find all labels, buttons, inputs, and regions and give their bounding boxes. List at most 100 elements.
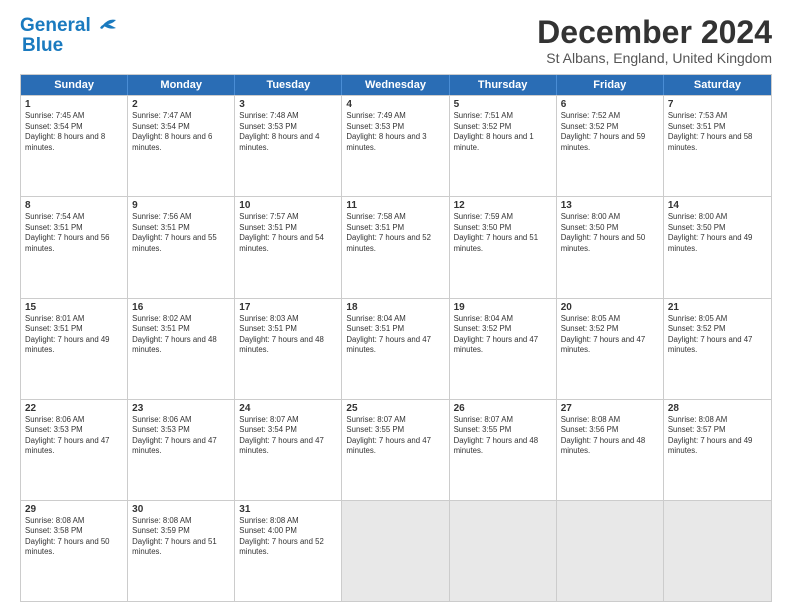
day-number: 1 (25, 99, 123, 110)
day-info: Sunrise: 8:06 AMSunset: 3:53 PMDaylight:… (25, 415, 123, 457)
day-number: 7 (668, 99, 767, 110)
title-block: December 2024 St Albans, England, United… (537, 15, 772, 66)
day-info: Sunrise: 8:05 AMSunset: 3:52 PMDaylight:… (668, 314, 767, 356)
header-day-sunday: Sunday (21, 75, 128, 95)
day-number: 21 (668, 302, 767, 313)
day-cell-14: 14Sunrise: 8:00 AMSunset: 3:50 PMDayligh… (664, 197, 771, 297)
day-info: Sunrise: 7:57 AMSunset: 3:51 PMDaylight:… (239, 212, 337, 254)
day-info: Sunrise: 7:48 AMSunset: 3:53 PMDaylight:… (239, 111, 337, 153)
calendar-week-4: 22Sunrise: 8:06 AMSunset: 3:53 PMDayligh… (21, 399, 771, 500)
day-info: Sunrise: 8:08 AMSunset: 4:00 PMDaylight:… (239, 516, 337, 558)
day-info: Sunrise: 8:01 AMSunset: 3:51 PMDaylight:… (25, 314, 123, 356)
calendar-body: 1Sunrise: 7:45 AMSunset: 3:54 PMDaylight… (21, 95, 771, 601)
day-cell-9: 9Sunrise: 7:56 AMSunset: 3:51 PMDaylight… (128, 197, 235, 297)
day-number: 22 (25, 403, 123, 414)
day-cell-28: 28Sunrise: 8:08 AMSunset: 3:57 PMDayligh… (664, 400, 771, 500)
day-number: 25 (346, 403, 444, 414)
day-cell-18: 18Sunrise: 8:04 AMSunset: 3:51 PMDayligh… (342, 299, 449, 399)
day-info: Sunrise: 8:06 AMSunset: 3:53 PMDaylight:… (132, 415, 230, 457)
calendar-page: General Blue December 2024 St Albans, En… (0, 0, 792, 612)
day-cell-20: 20Sunrise: 8:05 AMSunset: 3:52 PMDayligh… (557, 299, 664, 399)
day-info: Sunrise: 8:04 AMSunset: 3:52 PMDaylight:… (454, 314, 552, 356)
day-cell-27: 27Sunrise: 8:08 AMSunset: 3:56 PMDayligh… (557, 400, 664, 500)
day-info: Sunrise: 8:00 AMSunset: 3:50 PMDaylight:… (668, 212, 767, 254)
day-info: Sunrise: 8:05 AMSunset: 3:52 PMDaylight:… (561, 314, 659, 356)
day-info: Sunrise: 8:07 AMSunset: 3:55 PMDaylight:… (346, 415, 444, 457)
day-number: 4 (346, 99, 444, 110)
logo: General Blue (20, 15, 122, 54)
day-info: Sunrise: 8:07 AMSunset: 3:54 PMDaylight:… (239, 415, 337, 457)
header-day-tuesday: Tuesday (235, 75, 342, 95)
day-info: Sunrise: 7:54 AMSunset: 3:51 PMDaylight:… (25, 212, 123, 254)
calendar-week-3: 15Sunrise: 8:01 AMSunset: 3:51 PMDayligh… (21, 298, 771, 399)
empty-cell (557, 501, 664, 601)
main-title: December 2024 (537, 15, 772, 50)
day-number: 17 (239, 302, 337, 313)
day-number: 8 (25, 200, 123, 211)
calendar-header: SundayMondayTuesdayWednesdayThursdayFrid… (21, 75, 771, 95)
day-cell-13: 13Sunrise: 8:00 AMSunset: 3:50 PMDayligh… (557, 197, 664, 297)
calendar-week-1: 1Sunrise: 7:45 AMSunset: 3:54 PMDaylight… (21, 95, 771, 196)
header-day-saturday: Saturday (664, 75, 771, 95)
day-cell-31: 31Sunrise: 8:08 AMSunset: 4:00 PMDayligh… (235, 501, 342, 601)
subtitle: St Albans, England, United Kingdom (537, 50, 772, 66)
day-cell-24: 24Sunrise: 8:07 AMSunset: 3:54 PMDayligh… (235, 400, 342, 500)
header-day-monday: Monday (128, 75, 235, 95)
header-day-friday: Friday (557, 75, 664, 95)
day-number: 5 (454, 99, 552, 110)
day-cell-19: 19Sunrise: 8:04 AMSunset: 3:52 PMDayligh… (450, 299, 557, 399)
day-cell-17: 17Sunrise: 8:03 AMSunset: 3:51 PMDayligh… (235, 299, 342, 399)
header-day-wednesday: Wednesday (342, 75, 449, 95)
day-info: Sunrise: 7:59 AMSunset: 3:50 PMDaylight:… (454, 212, 552, 254)
day-number: 19 (454, 302, 552, 313)
day-info: Sunrise: 8:03 AMSunset: 3:51 PMDaylight:… (239, 314, 337, 356)
day-number: 18 (346, 302, 444, 313)
day-cell-2: 2Sunrise: 7:47 AMSunset: 3:54 PMDaylight… (128, 96, 235, 196)
day-cell-4: 4Sunrise: 7:49 AMSunset: 3:53 PMDaylight… (342, 96, 449, 196)
day-info: Sunrise: 7:56 AMSunset: 3:51 PMDaylight:… (132, 212, 230, 254)
empty-cell (664, 501, 771, 601)
day-info: Sunrise: 7:45 AMSunset: 3:54 PMDaylight:… (25, 111, 123, 153)
day-cell-25: 25Sunrise: 8:07 AMSunset: 3:55 PMDayligh… (342, 400, 449, 500)
day-number: 29 (25, 504, 123, 515)
day-number: 20 (561, 302, 659, 313)
day-cell-3: 3Sunrise: 7:48 AMSunset: 3:53 PMDaylight… (235, 96, 342, 196)
day-number: 9 (132, 200, 230, 211)
calendar-week-2: 8Sunrise: 7:54 AMSunset: 3:51 PMDaylight… (21, 196, 771, 297)
day-number: 23 (132, 403, 230, 414)
day-number: 26 (454, 403, 552, 414)
day-number: 11 (346, 200, 444, 211)
day-cell-21: 21Sunrise: 8:05 AMSunset: 3:52 PMDayligh… (664, 299, 771, 399)
day-info: Sunrise: 8:02 AMSunset: 3:51 PMDaylight:… (132, 314, 230, 356)
day-number: 15 (25, 302, 123, 313)
day-number: 31 (239, 504, 337, 515)
day-info: Sunrise: 7:47 AMSunset: 3:54 PMDaylight:… (132, 111, 230, 153)
day-number: 14 (668, 200, 767, 211)
day-info: Sunrise: 8:08 AMSunset: 3:59 PMDaylight:… (132, 516, 230, 558)
logo-text: General (20, 15, 91, 37)
day-cell-12: 12Sunrise: 7:59 AMSunset: 3:50 PMDayligh… (450, 197, 557, 297)
day-cell-1: 1Sunrise: 7:45 AMSunset: 3:54 PMDaylight… (21, 96, 128, 196)
day-info: Sunrise: 8:07 AMSunset: 3:55 PMDaylight:… (454, 415, 552, 457)
day-cell-6: 6Sunrise: 7:52 AMSunset: 3:52 PMDaylight… (557, 96, 664, 196)
day-cell-15: 15Sunrise: 8:01 AMSunset: 3:51 PMDayligh… (21, 299, 128, 399)
day-cell-11: 11Sunrise: 7:58 AMSunset: 3:51 PMDayligh… (342, 197, 449, 297)
day-info: Sunrise: 8:08 AMSunset: 3:56 PMDaylight:… (561, 415, 659, 457)
day-number: 28 (668, 403, 767, 414)
day-number: 6 (561, 99, 659, 110)
logo-bird-icon (94, 16, 122, 36)
day-info: Sunrise: 8:00 AMSunset: 3:50 PMDaylight:… (561, 212, 659, 254)
day-number: 27 (561, 403, 659, 414)
day-info: Sunrise: 7:58 AMSunset: 3:51 PMDaylight:… (346, 212, 444, 254)
calendar-week-5: 29Sunrise: 8:08 AMSunset: 3:58 PMDayligh… (21, 500, 771, 601)
day-cell-16: 16Sunrise: 8:02 AMSunset: 3:51 PMDayligh… (128, 299, 235, 399)
day-info: Sunrise: 7:53 AMSunset: 3:51 PMDaylight:… (668, 111, 767, 153)
day-number: 24 (239, 403, 337, 414)
day-cell-10: 10Sunrise: 7:57 AMSunset: 3:51 PMDayligh… (235, 197, 342, 297)
day-number: 2 (132, 99, 230, 110)
day-info: Sunrise: 8:08 AMSunset: 3:58 PMDaylight:… (25, 516, 123, 558)
empty-cell (450, 501, 557, 601)
day-info: Sunrise: 7:49 AMSunset: 3:53 PMDaylight:… (346, 111, 444, 153)
day-number: 10 (239, 200, 337, 211)
day-info: Sunrise: 8:08 AMSunset: 3:57 PMDaylight:… (668, 415, 767, 457)
